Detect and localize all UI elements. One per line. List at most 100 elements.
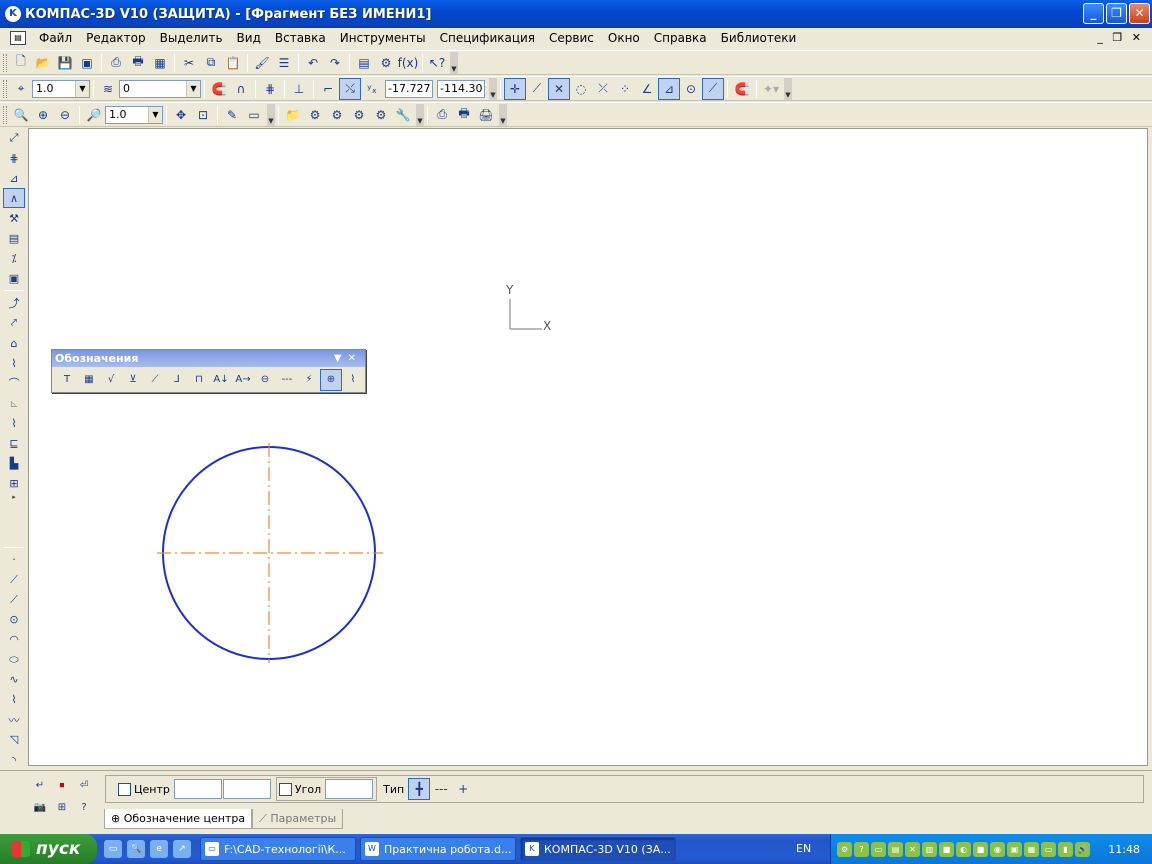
preview-icon[interactable]: ▣ (76, 52, 98, 74)
dimensions-icon[interactable]: ⋕ (3, 148, 25, 168)
minimize-button[interactable]: _ (1083, 3, 1104, 24)
panel-controls[interactable]: ▼✕ (334, 353, 362, 364)
print-layout-icon[interactable]: ⎙ (431, 104, 453, 126)
designations-icon[interactable]: ⊿ (3, 168, 25, 188)
tray-icon-4[interactable]: ▤ (888, 841, 903, 857)
snap-circle-icon[interactable]: ⊙ (680, 78, 702, 100)
pan-icon[interactable]: ✥ (170, 104, 192, 126)
toolbar-overflow-icon[interactable]: ▼ (489, 77, 497, 100)
volume-icon[interactable]: 🔊 (1075, 841, 1090, 857)
library-icon-4[interactable]: ⚙ (370, 104, 392, 126)
tray-icon-9[interactable]: ■ (973, 841, 988, 857)
center-mark-icon[interactable]: ⊕ (320, 368, 342, 391)
zoom-in-icon[interactable]: ⊕ (32, 104, 54, 126)
toolbar-overflow-icon[interactable]: ▼ (267, 103, 275, 126)
format-brush-icon[interactable]: 🖌 (251, 52, 273, 74)
ellipse-icon[interactable]: ⬭ (3, 650, 25, 670)
ortho-icon[interactable]: ⌐ (317, 78, 339, 100)
leader-icon[interactable]: ⟋ (144, 369, 166, 391)
center-checkbox[interactable] (118, 782, 131, 796)
menu-view[interactable]: Вид (230, 28, 268, 48)
task-word[interactable]: W Практична робота.d... (360, 837, 516, 861)
menu-insert[interactable]: Вставка (268, 28, 333, 48)
toolbar-overflow-icon[interactable]: ▼ (499, 103, 507, 126)
base-icon[interactable]: ⊻ (122, 369, 144, 391)
zoom-out-icon[interactable]: ⊖ (54, 104, 76, 126)
point-tool-icon[interactable]: ⤴ (3, 293, 25, 313)
zoom-window-icon[interactable]: 🔍 (10, 104, 32, 126)
marking-icon[interactable]: ⊓ (188, 369, 210, 391)
drawing-canvas[interactable]: Y X (28, 128, 1148, 766)
circle-icon[interactable]: ⊙ (3, 610, 25, 630)
type-mark-icon[interactable]: + (452, 778, 474, 800)
fragment-icon[interactable]: ⊖ (254, 369, 276, 391)
library-icon-3[interactable]: ⚙ (348, 104, 370, 126)
mdi-window-controls[interactable]: _ ❐ ✕ (1097, 31, 1144, 44)
zoom-scale-icon[interactable]: 🔎 (83, 104, 105, 126)
edit-icon[interactable]: ∧ (3, 188, 25, 209)
tray-icon-2[interactable]: ? (854, 841, 869, 857)
coord-x-field[interactable]: -17.727 (385, 79, 433, 98)
geometry-icon[interactable]: ⤢ (3, 128, 25, 148)
snap-nearest-icon[interactable]: ✛ (504, 77, 526, 100)
document-icon[interactable]: ▤ (10, 31, 26, 45)
snap-tangent-icon[interactable]: ◌ (570, 78, 592, 100)
new-document-icon[interactable]: 🗋 (10, 52, 32, 74)
properties-icon[interactable]: ▦ (149, 52, 171, 74)
internet-explorer-icon[interactable]: e (150, 840, 168, 858)
tab-center-mark[interactable]: ⊕ Обозначение центра (104, 809, 253, 829)
library-manager-icon[interactable]: 📁 (282, 104, 304, 126)
polyline-tool-icon[interactable]: ⊑ (3, 433, 25, 453)
position-leader-icon[interactable]: ⅃ (166, 369, 188, 391)
print-preview-icon[interactable]: 🖶 (127, 52, 149, 74)
snap-center-icon[interactable]: ⊿ (658, 77, 680, 100)
tray-icon-14[interactable]: ▮ (1058, 841, 1073, 857)
polyline-icon[interactable]: 〰 (3, 710, 25, 730)
refresh-icon[interactable]: ✎ (221, 104, 243, 126)
undo-icon[interactable]: ↶ (302, 52, 324, 74)
task-folder[interactable]: ▭ F:\CAD-технології\К... (200, 837, 356, 861)
measure-icon[interactable]: ▤ (3, 228, 25, 248)
spline-tool-icon[interactable]: ⌇ (3, 413, 25, 433)
menu-file[interactable]: Файл (32, 28, 79, 48)
show-desktop-icon[interactable]: ▭ (104, 840, 122, 858)
tray-icon-10[interactable]: ◉ (990, 841, 1005, 857)
tray-icon-1[interactable]: ⚙ (837, 841, 852, 857)
menu-help[interactable]: Справка (647, 28, 714, 48)
display-icon[interactable]: ▭ (243, 104, 265, 126)
help-pointer-icon[interactable]: ↖? (426, 52, 448, 74)
local-cs-icon[interactable]: ⊥ (288, 78, 310, 100)
selection-icon[interactable]: ⁒ (3, 248, 25, 268)
help-icon[interactable]: ? (74, 797, 94, 817)
text-icon[interactable]: T (56, 369, 78, 391)
break-line-icon[interactable]: ⌇ (342, 369, 364, 391)
segment-icon[interactable]: ⟋ (3, 590, 25, 610)
line-icon[interactable]: ⟋ (3, 570, 25, 590)
cut-icon[interactable]: ✂ (178, 52, 200, 74)
library-icon-1[interactable]: ⚙ (304, 104, 326, 126)
menu-specification[interactable]: Спецификация (433, 28, 542, 48)
menu-service[interactable]: Сервис (542, 28, 601, 48)
tray-icon-3[interactable]: ▭ (871, 841, 886, 857)
parametrization-icon[interactable]: ⚒ (3, 208, 25, 228)
circle-tool-icon[interactable]: ⌇ (3, 353, 25, 373)
snap-magnet-icon[interactable]: 🧲 (208, 78, 230, 100)
task-kompas[interactable]: K КОМПАС-3D V10 (ЗА... (520, 837, 676, 861)
axis-line-icon[interactable]: --- (276, 369, 298, 391)
redo-icon[interactable]: ↷ (324, 52, 346, 74)
spec-icon[interactable]: ▣ (3, 268, 25, 288)
tray-icon-13[interactable]: ▭ (1041, 841, 1056, 857)
wavy-line-icon[interactable]: ⚡ (298, 369, 320, 391)
snap-grid-icon[interactable]: ⁘ (614, 78, 636, 100)
toolbar-overflow-icon[interactable]: ▼ (416, 103, 424, 126)
snap-point-icon[interactable]: ⟋ (702, 77, 724, 100)
print-setup-icon[interactable]: 🖶 (453, 104, 475, 126)
grid-icon[interactable]: ⋕ (259, 78, 281, 100)
menu-editor[interactable]: Редактор (79, 28, 152, 48)
grid-snap-icon[interactable]: ⊞ (52, 797, 72, 817)
menu-window[interactable]: Окно (601, 28, 647, 48)
point-icon[interactable]: · (3, 550, 25, 570)
stop-icon[interactable]: ⏹ (52, 775, 72, 795)
angle-checkbox[interactable] (278, 782, 292, 796)
coord-y-field[interactable]: -114.30 (437, 79, 485, 98)
